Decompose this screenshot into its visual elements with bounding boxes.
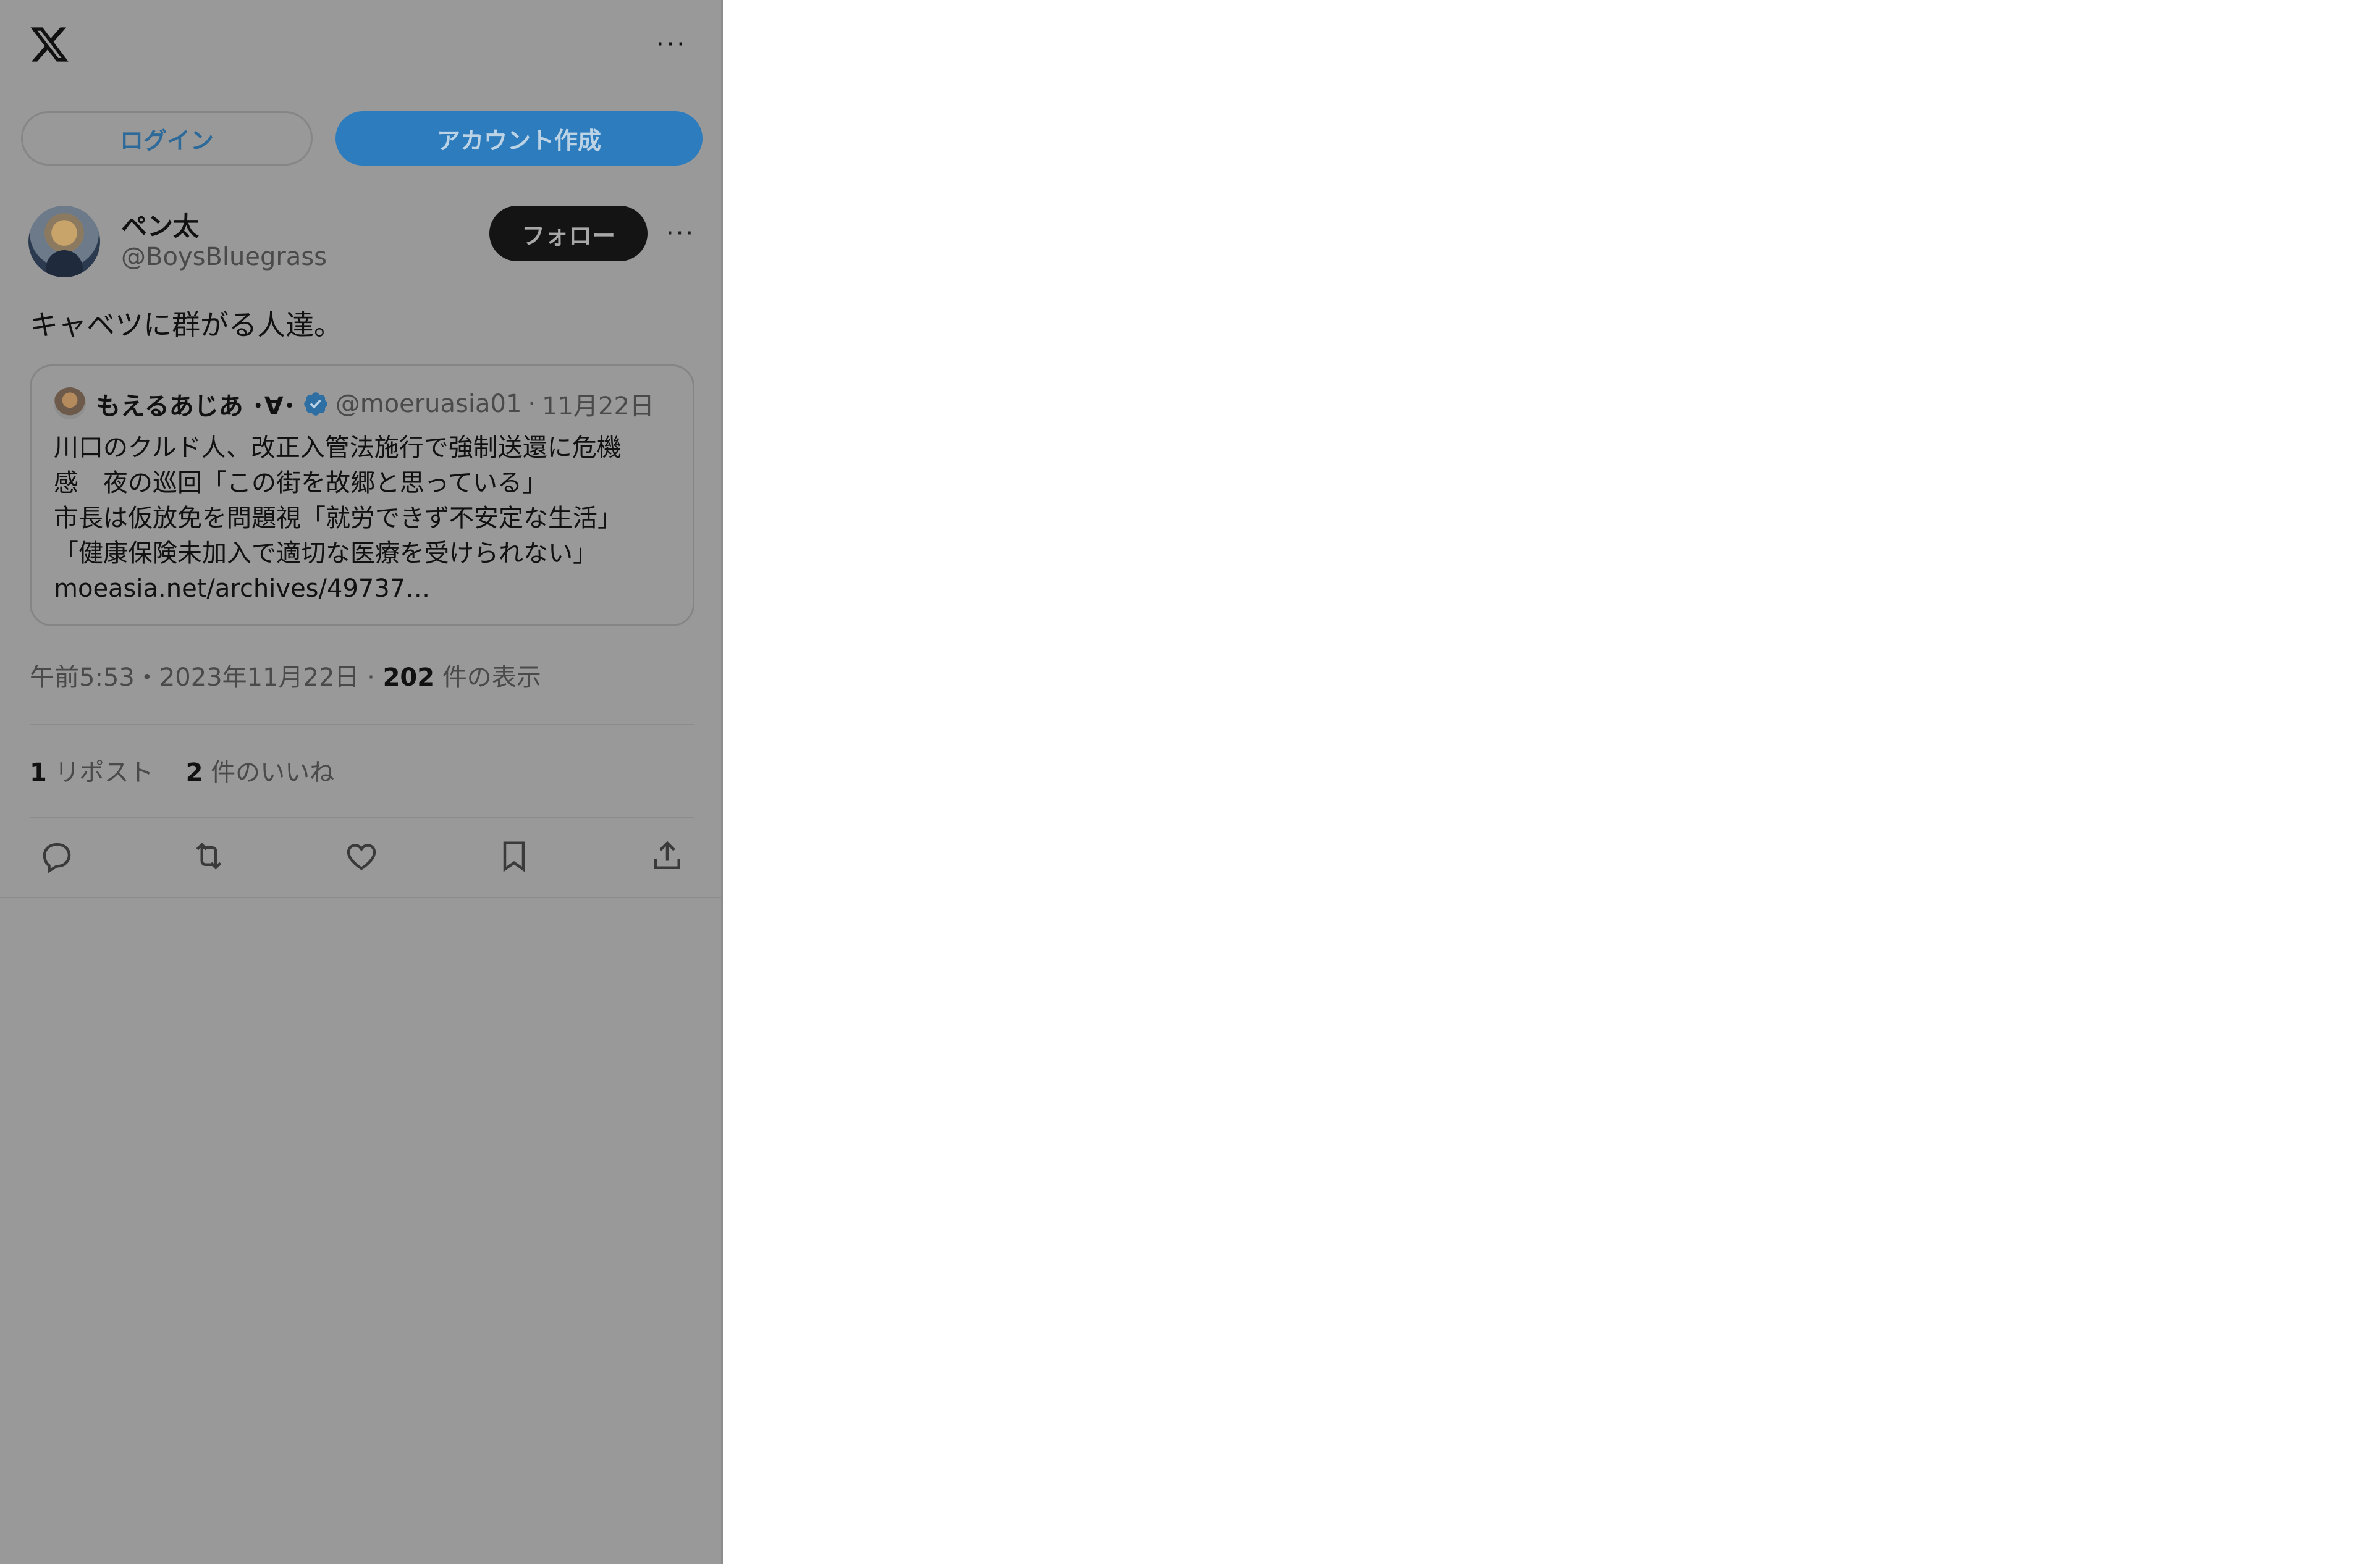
reply-icon[interactable]: [38, 838, 75, 875]
quoted-author-name: もえるあじあ ･∀･: [96, 392, 296, 421]
follow-button[interactable]: フォロー: [489, 206, 648, 261]
quoted-tweet[interactable]: もえるあじあ ･∀･ @moeruasia01 · 11月22日 川口のクルド人…: [30, 364, 694, 626]
share-icon[interactable]: [649, 838, 686, 875]
post-more-icon[interactable]: ···: [666, 221, 695, 246]
x-logo-icon[interactable]: [28, 23, 70, 65]
views-count: 202: [382, 663, 435, 692]
post-meta: 午前5:53・2023年11月22日 · 202 件の表示: [30, 657, 541, 693]
post-stats: 1 リポスト 2 件のいいね: [30, 752, 334, 788]
likes-stat[interactable]: 2 件のいいね: [186, 759, 335, 787]
post-timestamp[interactable]: 午前5:53・2023年11月22日: [30, 663, 359, 692]
quoted-date: 11月22日: [542, 392, 654, 421]
create-account-button[interactable]: アカウント作成: [335, 111, 703, 166]
divider: [30, 724, 694, 725]
verified-badge-icon: [303, 392, 327, 416]
tweet-text: キャベツに群がる人達。: [30, 308, 342, 342]
quoted-text: 川口のクルド人、改正入管法施行で強制送還に危機 感 夜の巡回「この街を故郷と思っ…: [54, 431, 678, 607]
separator: ·: [528, 390, 536, 418]
login-button[interactable]: ログイン: [21, 111, 313, 166]
quoted-line: 「健康保険未加入で適切な医療を受けられない」: [54, 539, 597, 568]
author-handle[interactable]: @BoysBluegrass: [121, 243, 327, 271]
repost-icon[interactable]: [190, 838, 227, 875]
avatar[interactable]: [28, 206, 100, 277]
divider: [0, 897, 721, 898]
tweet-panel: ··· ログイン アカウント作成 ペン太 @BoysBluegrass フォロー…: [0, 0, 723, 1564]
quoted-line: 感 夜の巡回「この街を故郷と思っている」: [54, 469, 547, 497]
quoted-line: 川口のクルド人、改正入管法施行で強制送還に危機: [54, 434, 622, 462]
more-options-icon[interactable]: ···: [656, 32, 687, 57]
separator: ·: [367, 663, 375, 692]
views-label: 件の表示: [442, 663, 541, 692]
like-icon[interactable]: [343, 838, 380, 875]
author-name[interactable]: ペン太: [121, 206, 199, 243]
divider: [30, 817, 694, 818]
reposts-stat[interactable]: 1 リポスト: [30, 759, 154, 787]
quoted-link[interactable]: moeasia.net/archives/49737…: [54, 571, 678, 607]
quoted-line: 市長は仮放免を問題視「就労できず不安定な生活」: [54, 504, 622, 532]
quoted-avatar: [54, 387, 86, 419]
quoted-author-handle: @moeruasia01: [335, 390, 522, 418]
bookmark-icon[interactable]: [496, 838, 533, 875]
